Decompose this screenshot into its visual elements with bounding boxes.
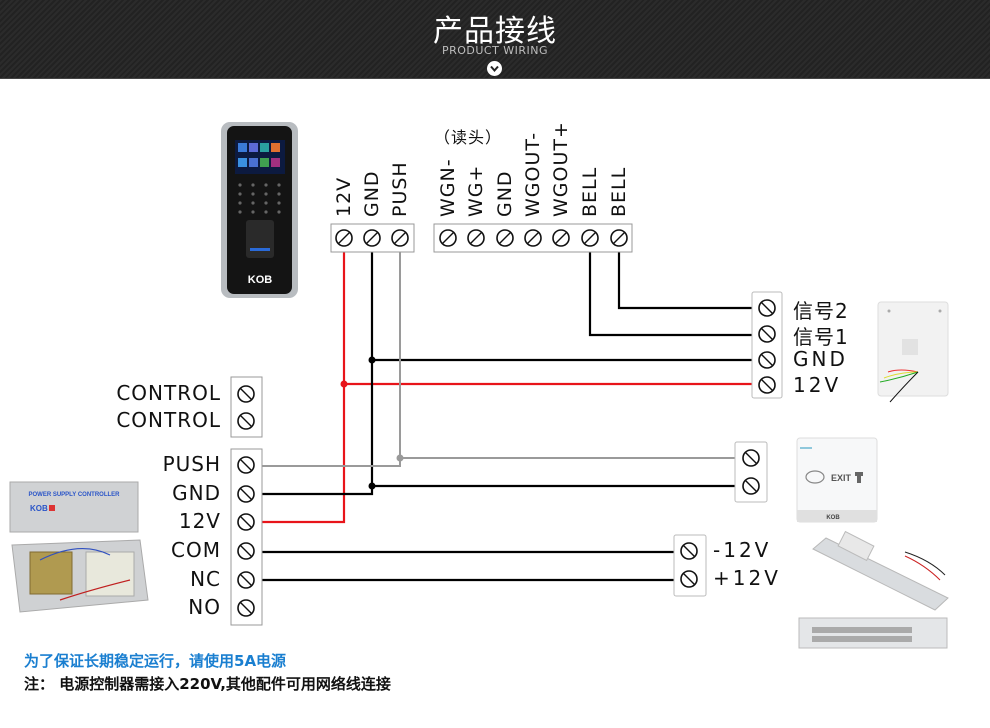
exit-brand: KOB [826, 515, 840, 521]
psu-terminal-block [230, 448, 263, 626]
junction-push [396, 454, 404, 462]
psu-label-no: NO [188, 595, 221, 619]
psu-label-control-1: CONTROL [116, 381, 221, 405]
psu-label-gnd: GND [172, 481, 221, 505]
psu-control-terminal-block [230, 376, 263, 438]
psu-label-nc: NC [190, 567, 221, 591]
reader-terminal-label-bell-2: BELL [608, 166, 630, 217]
psu-brand: KOB [30, 504, 48, 513]
note-power-recommendation: 为了保证长期稳定运行，请使用5A电源 [24, 652, 287, 670]
lock-label-neg12v: -12V [713, 538, 772, 562]
doorbell-label-signal1: 信号1 [793, 325, 849, 349]
doorbell-image [877, 301, 949, 403]
power-supply-image: POWER SUPPLY CONTROLLER KOB [9, 481, 149, 613]
reader-terminal-label-wgout-neg: WGOUT- [522, 131, 544, 217]
doorbell-label-signal2: 信号2 [793, 299, 849, 323]
reader-terminal-label-12v: 12V [333, 176, 355, 217]
junction-gnd-2 [368, 482, 376, 490]
reader-terminal-block-power [330, 223, 415, 253]
junction-gnd-1 [368, 356, 376, 364]
wires [262, 252, 752, 582]
psu-label: POWER SUPPLY CONTROLLER [28, 492, 120, 498]
exit-label: EXIT [831, 473, 852, 483]
reader-terminal-label-gnd: GND [361, 170, 383, 217]
reader-terminal-block-signal [433, 223, 633, 253]
exit-button-terminal-block [734, 441, 768, 503]
doorbell-label-gnd: GND [793, 347, 848, 371]
psu-label-12v: 12V [178, 509, 221, 533]
lock-label-pos12v: +12V [713, 566, 781, 590]
psu-label-control-2: CONTROL [116, 408, 221, 432]
reader-terminal-label-push: PUSH [389, 161, 411, 217]
doorbell-terminal-block [751, 291, 783, 399]
reader-brand: KOB [248, 274, 273, 286]
doorbell-label-12v: 12V [793, 373, 842, 397]
reader-head-note: （读头） [434, 128, 503, 147]
magnetic-lock-image [798, 617, 948, 649]
psu-label-com: COM [171, 538, 221, 562]
reader-terminal-label-gnd2: GND [494, 170, 516, 217]
fingerprint-reader-image: KOB [221, 122, 298, 298]
wire-bell-1 [588, 252, 752, 337]
exit-button-image: EXIT KOB [796, 437, 878, 523]
reader-terminal-label-wgn: WGN- [437, 158, 459, 217]
reader-terminal-label-bell-1: BELL [579, 166, 601, 217]
lock-terminal-block [673, 534, 707, 597]
reader-terminal-label-wgout-pos: WGOUT+ [550, 121, 572, 217]
psu-label-push: PUSH [162, 452, 221, 476]
reader-terminal-label-wgp: WG+ [465, 164, 487, 217]
junction-12v [340, 380, 348, 388]
electric-bolt-lock-image [812, 530, 949, 611]
note-wiring: 注： 电源控制器需接入220V,其他配件可用网络线连接 [24, 675, 391, 693]
wire-bell-2 [617, 252, 752, 310]
